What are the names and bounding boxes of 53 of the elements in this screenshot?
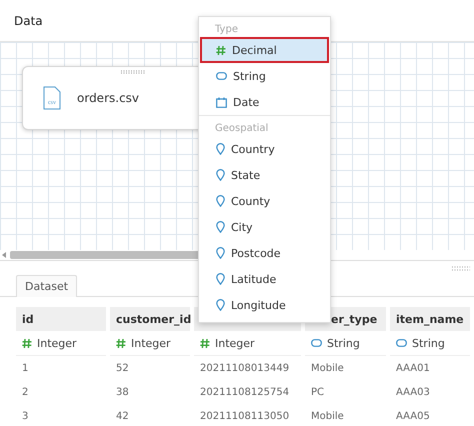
location-pin-icon <box>216 195 225 207</box>
column-type[interactable]: Integer <box>194 331 301 356</box>
menu-item[interactable]: Country <box>200 136 329 162</box>
table-cell-text: 20211108013449 <box>199 362 290 376</box>
menu-item[interactable]: City <box>200 214 329 240</box>
table-cell-text: AAA01 <box>395 362 431 376</box>
column-type[interactable]: String <box>390 331 470 356</box>
table-cell-text: 42 <box>115 410 130 424</box>
location-pin-icon <box>216 273 225 285</box>
table-cell-text: 52 <box>115 362 130 376</box>
menu-item[interactable]: Decimal <box>200 37 329 63</box>
tab[interactable]: Dataset <box>16 275 78 297</box>
table-cell-text: PC <box>310 386 326 400</box>
table-cell-text: 3 <box>21 410 30 424</box>
menu-item[interactable]: County <box>200 188 329 214</box>
column-header[interactable]: item_name <box>390 307 470 331</box>
hash-icon <box>22 338 32 348</box>
table-cell-text: 20211108113050 <box>199 410 290 424</box>
table-cell-text: Mobile <box>310 410 345 424</box>
location-pin-icon <box>216 299 225 311</box>
hash-icon <box>116 338 126 348</box>
location-pin-icon <box>216 221 225 233</box>
column-type[interactable]: String <box>305 331 386 356</box>
column-header[interactable]: customer_id <box>110 307 190 331</box>
table-cell-text: AAA03 <box>395 386 431 400</box>
menu-heading: Geospatial <box>214 122 270 136</box>
table-cell-text: 2 <box>21 386 30 400</box>
drag-handle-icon[interactable] <box>121 70 145 74</box>
tag-icon <box>396 339 407 347</box>
file-name: orders.csv <box>77 91 140 105</box>
table-cell-text: 1 <box>21 362 30 376</box>
table-cell-text: AAA05 <box>395 410 431 424</box>
location-pin-icon <box>216 143 225 155</box>
hash-icon <box>200 338 210 348</box>
calendar-icon <box>216 96 227 108</box>
location-pin-icon <box>216 169 225 181</box>
location-pin-icon <box>216 247 225 259</box>
resize-handle-icon[interactable] <box>452 266 470 270</box>
menu-item[interactable]: Latitude <box>200 266 329 292</box>
page-title: Data <box>14 14 43 28</box>
column-type[interactable]: Integer <box>16 331 106 356</box>
scroll-left-icon[interactable] <box>2 252 6 258</box>
table-cell-text: 20211108125754 <box>199 386 290 400</box>
table-cell-text: Mobile <box>310 362 345 376</box>
hash-icon <box>216 44 226 56</box>
menu-item[interactable]: Postcode <box>200 240 329 266</box>
column-type[interactable]: Integer <box>110 331 190 356</box>
column-header[interactable]: id <box>16 307 106 331</box>
menu-item[interactable]: State <box>200 162 329 188</box>
menu-heading: Type <box>214 23 239 37</box>
tag-icon <box>311 339 322 347</box>
tag-icon <box>216 72 227 80</box>
table-cell-text: 38 <box>115 386 130 400</box>
